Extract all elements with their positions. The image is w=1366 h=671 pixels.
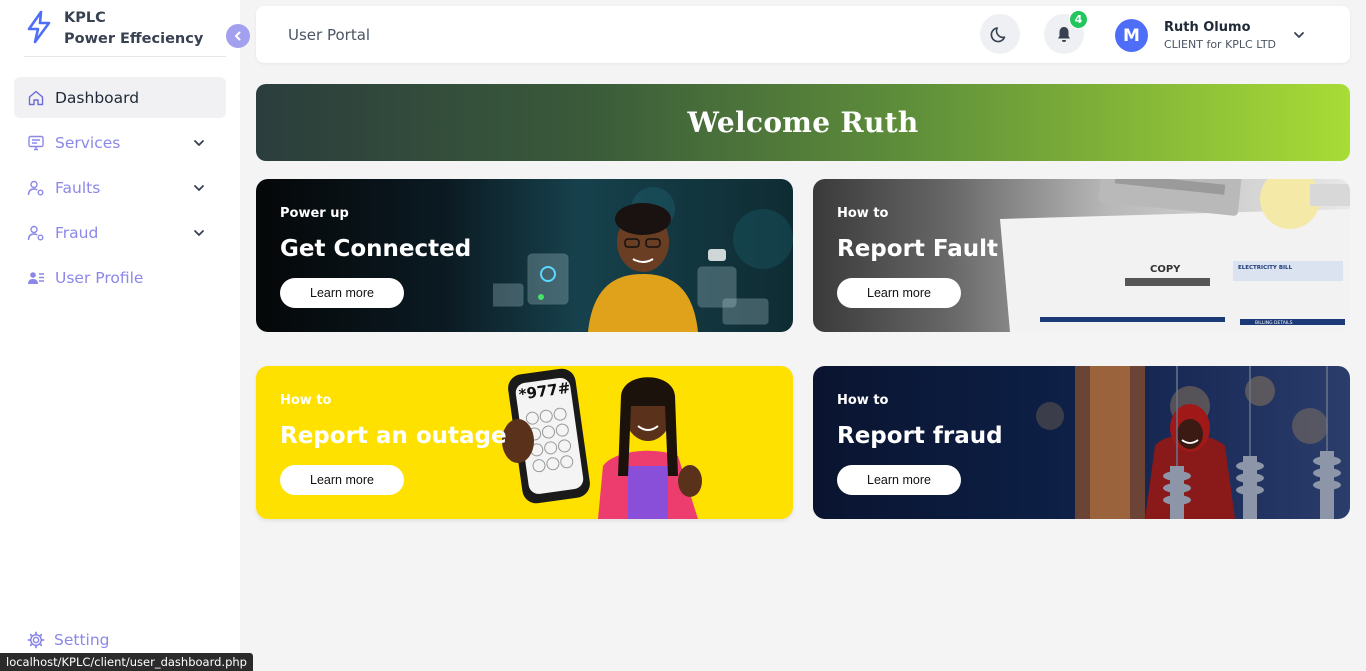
setting-label: Setting: [54, 631, 110, 649]
brand-line-2: Power Effeciency: [64, 31, 204, 47]
brand[interactable]: KPLC Power Effeciency: [24, 8, 226, 57]
learn-more-button[interactable]: Learn more: [280, 278, 404, 308]
fraudster-with-insulators-illustration: [1036, 366, 1341, 519]
avatar[interactable]: M: [1115, 19, 1148, 52]
learn-more-button[interactable]: Learn more: [837, 278, 961, 308]
brand-name: KPLC Power Effeciency: [64, 8, 203, 50]
home-icon: [27, 89, 45, 107]
lightning-logo-icon: [27, 10, 51, 44]
services-icon: [27, 134, 45, 152]
get-connected-card: Power up Get Connected Learn more: [256, 179, 793, 332]
electricity-bill-illustration: COPY ELECTRICITY BILL BILLING DETAILS: [1000, 179, 1350, 332]
gear-icon: [27, 631, 45, 649]
card-kicker: Power up: [280, 206, 349, 221]
dark-mode-toggle[interactable]: [980, 14, 1020, 54]
card-title: Get Connected: [280, 236, 472, 262]
billing-details-text: BILLING DETAILS: [1255, 320, 1293, 326]
notification-count-badge: 4: [1069, 10, 1088, 29]
sidebar: KPLC Power Effeciency Dashboard Services…: [0, 0, 240, 671]
sidebar-item-label: Dashboard: [55, 88, 140, 107]
moon-icon: [990, 27, 1006, 43]
sidebar-item-faults[interactable]: Faults: [14, 167, 226, 208]
card-title: Report an outage: [280, 423, 507, 449]
sidebar-item-services[interactable]: Services: [14, 122, 226, 163]
page-title: User Portal: [288, 26, 371, 44]
woman-with-holograms-illustration: [493, 187, 793, 332]
sidebar-item-label: Services: [55, 133, 121, 152]
learn-more-button[interactable]: Learn more: [837, 465, 961, 495]
sidebar-item-label: Fraud: [55, 223, 99, 242]
report-outage-card: *977# How to Report an outage Learn more: [256, 366, 793, 519]
sidebar-nav: Dashboard Services Faults Fraud User Pro…: [14, 77, 226, 302]
user-profile-icon: [27, 269, 45, 287]
faults-icon: [27, 179, 45, 197]
sidebar-item-label: User Profile: [55, 268, 144, 287]
card-kicker: How to: [280, 393, 332, 408]
chevron-down-icon[interactable]: [192, 136, 206, 150]
card-kicker: How to: [837, 393, 889, 408]
welcome-heading: Welcome Ruth: [687, 106, 919, 139]
woman-with-phone-illustration: *977#: [502, 368, 702, 519]
sidebar-item-user-profile[interactable]: User Profile: [14, 257, 226, 298]
learn-more-button[interactable]: Learn more: [280, 465, 404, 495]
chevron-down-icon[interactable]: [192, 181, 206, 195]
status-bar-url: localhost/KPLC/client/user_dashboard.php: [0, 653, 253, 671]
sidebar-item-setting[interactable]: Setting: [27, 631, 110, 649]
user-menu-chevron-down-icon[interactable]: [1292, 28, 1306, 42]
welcome-banner: Welcome Ruth: [256, 84, 1350, 161]
bill-copy-text: COPY: [1150, 264, 1181, 275]
sidebar-item-dashboard[interactable]: Dashboard: [14, 77, 226, 118]
report-fault-card: COPY ELECTRICITY BILL BILLING DETAILS Ho…: [813, 179, 1350, 332]
card-title: Report fraud: [837, 423, 1003, 449]
chevron-left-icon: [235, 31, 241, 41]
fraud-icon: [27, 224, 45, 242]
card-title: Report Fault: [837, 236, 999, 262]
report-fraud-card: How to Report fraud Learn more: [813, 366, 1350, 519]
sidebar-item-label: Faults: [55, 178, 101, 197]
bill-title-text: ELECTRICITY BILL: [1238, 265, 1293, 271]
chevron-down-icon[interactable]: [192, 226, 206, 240]
sidebar-item-fraud[interactable]: Fraud: [14, 212, 226, 253]
bell-icon: [1058, 27, 1070, 42]
user-name[interactable]: Ruth Olumo: [1164, 20, 1251, 35]
collapse-sidebar-button[interactable]: [226, 24, 250, 48]
brand-line-1: KPLC: [64, 10, 106, 26]
top-header: User Portal 4 M Ruth Olumo CLIENT for KP…: [256, 6, 1350, 63]
user-role: CLIENT for KPLC LTD: [1164, 38, 1277, 51]
card-kicker: How to: [837, 206, 889, 221]
